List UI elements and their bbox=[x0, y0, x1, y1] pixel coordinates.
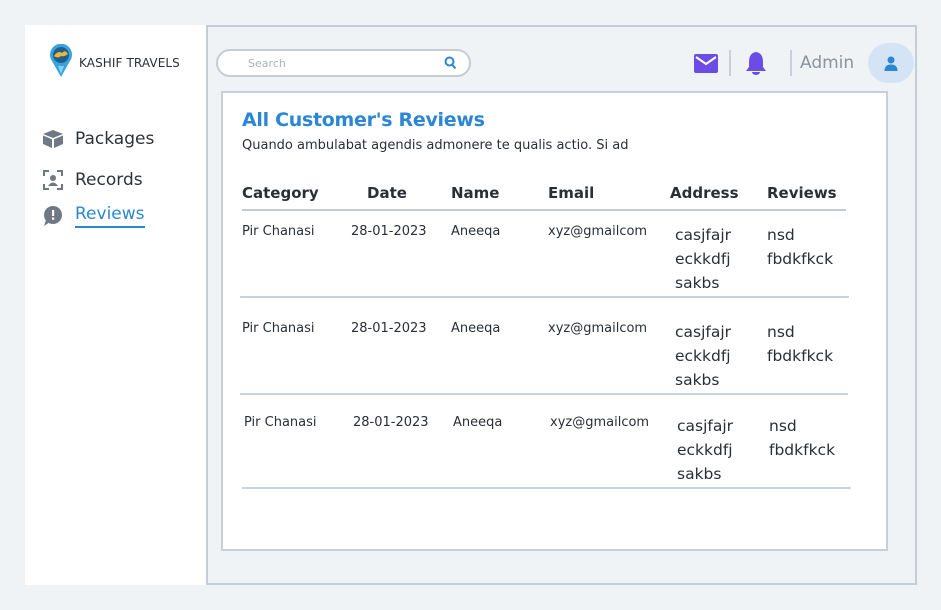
bell-icon[interactable] bbox=[743, 50, 769, 76]
header-actions: Admin bbox=[693, 41, 915, 85]
cell-email: xyz@gmailcom bbox=[548, 224, 648, 239]
search-input[interactable] bbox=[248, 54, 438, 72]
cell-review: nsd fbdkfkck bbox=[767, 323, 834, 365]
row-divider bbox=[240, 296, 849, 298]
column-header-address: Address bbox=[670, 184, 739, 202]
brand-logo[interactable]: KASHIF TRAVELS bbox=[49, 44, 180, 78]
sidebar-item-packages[interactable]: Packages bbox=[42, 128, 154, 150]
alert-chat-icon bbox=[42, 205, 64, 227]
mail-icon[interactable] bbox=[693, 50, 719, 76]
page-subtitle: Quando ambulabat agendis admonere te qua… bbox=[242, 138, 629, 153]
header-divider bbox=[790, 50, 792, 76]
sidebar-item-label: Reviews bbox=[75, 204, 145, 228]
column-header-name: Name bbox=[451, 184, 500, 202]
reviews-card: All Customer's Reviews Quando ambulabat … bbox=[221, 91, 888, 551]
sidebar-item-reviews[interactable]: Reviews bbox=[42, 204, 145, 228]
cell-email: xyz@gmailcom bbox=[550, 415, 650, 430]
cell-review: nsd fbdkfkck bbox=[767, 226, 834, 268]
cell-name: Aneeqa bbox=[451, 224, 501, 239]
column-header-date: Date bbox=[367, 184, 407, 202]
cell-name: Aneeqa bbox=[451, 321, 501, 336]
page-title: All Customer's Reviews bbox=[242, 109, 485, 131]
cell-address: casjfajr eckkdfj sakbs bbox=[675, 226, 732, 292]
box-icon bbox=[42, 128, 64, 150]
cell-category: Pir Chanasi bbox=[244, 415, 317, 430]
search-icon[interactable] bbox=[444, 55, 457, 74]
location-pin-logo-icon bbox=[50, 44, 72, 77]
cell-date: 28-01-2023 bbox=[353, 415, 429, 430]
column-header-email: Email bbox=[548, 184, 595, 202]
column-header-category: Category bbox=[242, 184, 319, 202]
scan-user-icon bbox=[42, 169, 64, 191]
avatar[interactable] bbox=[868, 43, 915, 83]
search-bar[interactable] bbox=[216, 49, 471, 77]
sidebar-item-records[interactable]: Records bbox=[42, 169, 143, 191]
row-divider bbox=[240, 393, 848, 395]
sidebar-item-label: Packages bbox=[75, 129, 155, 149]
user-name[interactable]: Admin bbox=[800, 53, 854, 73]
sidebar: KASHIF TRAVELS Packages Records Reviews bbox=[25, 25, 206, 585]
cell-address: casjfajr eckkdfj sakbs bbox=[677, 417, 734, 483]
cell-email: xyz@gmailcom bbox=[548, 321, 648, 336]
column-header-reviews: Reviews bbox=[767, 184, 837, 202]
cell-name: Aneeqa bbox=[453, 415, 503, 430]
brand-name: KASHIF TRAVELS bbox=[79, 55, 180, 70]
header-divider bbox=[729, 50, 731, 76]
main-panel: Admin All Customer's Reviews Quando ambu… bbox=[206, 25, 917, 585]
cell-date: 28-01-2023 bbox=[351, 224, 427, 239]
cell-category: Pir Chanasi bbox=[242, 224, 315, 239]
row-divider bbox=[242, 487, 851, 489]
cell-address: casjfajr eckkdfj sakbs bbox=[675, 323, 732, 389]
cell-category: Pir Chanasi bbox=[242, 321, 315, 336]
sidebar-item-label: Records bbox=[75, 170, 143, 190]
cell-review: nsd fbdkfkck bbox=[769, 417, 836, 459]
cell-date: 28-01-2023 bbox=[351, 321, 427, 336]
user-icon bbox=[884, 56, 898, 71]
header-divider-line bbox=[242, 209, 846, 211]
